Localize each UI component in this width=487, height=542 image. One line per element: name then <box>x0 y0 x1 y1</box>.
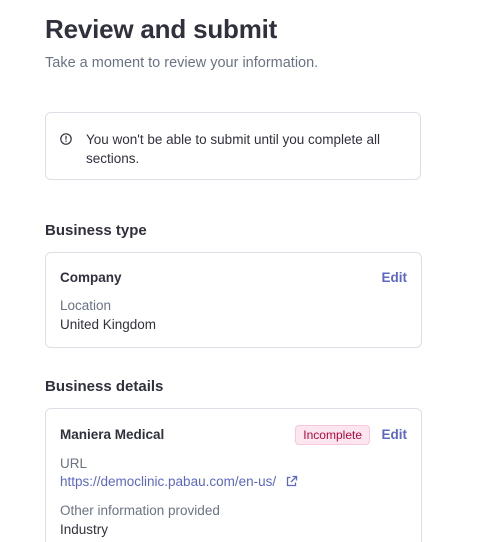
other-information-label: Other information provided <box>60 503 220 518</box>
info-circle-icon <box>60 133 72 145</box>
external-link-icon <box>286 475 298 487</box>
notice-text: You won't be able to submit until you co… <box>86 132 381 166</box>
business-url-link[interactable]: https://democlinic.pabau.com/en-us/ <box>60 474 298 489</box>
review-and-submit-page: Review and submit Take a moment to revie… <box>0 0 487 542</box>
business-url-text: https://democlinic.pabau.com/en-us/ <box>60 474 277 489</box>
url-label: URL <box>60 456 88 471</box>
edit-business-details-button[interactable]: Edit <box>382 427 408 442</box>
location-label: Location <box>60 298 112 313</box>
business-type-value: Company <box>60 270 122 285</box>
other-information-value: Industry <box>60 522 109 537</box>
page-title: Review and submit <box>45 14 278 44</box>
business-details-card: Maniera Medical Incomplete Edit URL http… <box>45 408 422 542</box>
incomplete-sections-notice: You won't be able to submit until you co… <box>45 112 421 180</box>
status-badge: Incomplete <box>295 425 370 445</box>
business-type-heading: Business type <box>45 222 147 239</box>
edit-business-type-button[interactable]: Edit <box>382 270 408 285</box>
page-subtitle: Take a moment to review your information… <box>45 55 319 71</box>
business-type-card: Company Edit Location United Kingdom <box>45 252 422 348</box>
business-name-value: Maniera Medical <box>60 427 165 442</box>
location-value: United Kingdom <box>60 317 157 332</box>
business-details-heading: Business details <box>45 378 164 395</box>
